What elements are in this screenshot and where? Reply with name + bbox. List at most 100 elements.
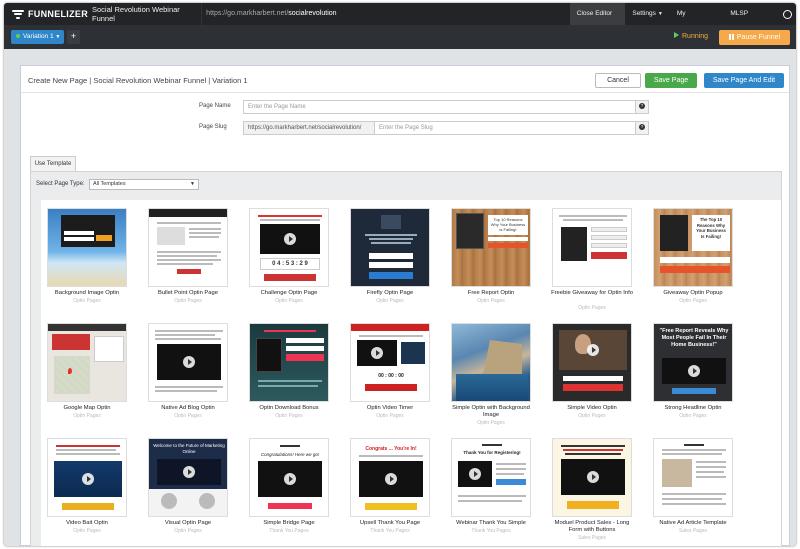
- chevron-down-icon: ▼: [55, 34, 61, 40]
- template-thumbnail[interactable]: 00 : 00 : 00: [350, 323, 430, 402]
- template-card[interactable]: Freebie Giveaway for Optin Info Optin Pa…: [549, 200, 635, 312]
- funnel-url-base: https://go.markharbert.net/: [206, 10, 289, 17]
- help-icon[interactable]: ?: [635, 100, 649, 114]
- page-slug-row: Page Slug https://go.markharbert.net/soc…: [21, 121, 789, 135]
- add-variation-button[interactable]: +: [67, 30, 80, 44]
- editor-toolbar: Variation 1 ▼ + Running Pause Funnel: [4, 25, 796, 49]
- template-thumbnail[interactable]: [552, 438, 632, 517]
- template-thumbnail[interactable]: Congratulations! Here we go!: [249, 438, 329, 517]
- template-thumbnail[interactable]: The Top 10 Reasons Why Your Business Is …: [653, 208, 733, 287]
- template-thumbnail[interactable]: [451, 323, 531, 402]
- template-category: Optin Pages: [578, 413, 606, 419]
- template-grid: Background Image Optin Optin Pages Bulle…: [41, 200, 781, 546]
- template-card[interactable]: 00 : 00 : 00 Optin Video Timer Optin Pag…: [347, 315, 433, 427]
- play-icon: [674, 32, 679, 38]
- template-card[interactable]: The Top 10 Reasons Why Your Business Is …: [650, 200, 736, 312]
- funnel-url[interactable]: https://go.markharbert.net/socialrevolut…: [201, 3, 570, 25]
- template-thumbnail[interactable]: [552, 208, 632, 287]
- help-icon[interactable]: ?: [635, 121, 649, 135]
- pause-funnel-label: Pause Funnel: [736, 34, 781, 41]
- support-help-icon[interactable]: [778, 3, 796, 25]
- tab-use-template[interactable]: Use Template: [30, 156, 76, 171]
- active-dot-icon: [16, 34, 20, 39]
- strong-headline-text: "Free Report Reveals Why Most People Fai…: [659, 328, 729, 348]
- template-name: Optin Video Timer: [366, 405, 414, 411]
- pause-funnel-button[interactable]: Pause Funnel: [719, 30, 790, 45]
- template-card[interactable]: Background Image Optin Optin Pages: [44, 200, 130, 312]
- top-navigation: FUNNELIZER Social Revolution Webinar Fun…: [4, 3, 796, 39]
- template-card[interactable]: Bullet Point Optin Page Optin Pages: [145, 200, 231, 312]
- page-type-select[interactable]: All Templates ▼: [89, 179, 199, 190]
- variation-dropdown[interactable]: Variation 1 ▼: [11, 30, 64, 44]
- template-thumbnail[interactable]: Top 10 Reasons Why Your Business is Fail…: [451, 208, 531, 287]
- template-thumbnail[interactable]: Welcome to the Future of Marketing Onlin…: [148, 438, 228, 517]
- save-page-button[interactable]: Save Page: [645, 73, 697, 88]
- template-name: Challenge Optin Page: [260, 290, 318, 296]
- template-thumbnail[interactable]: [148, 208, 228, 287]
- template-name: Native Ad Blog Optin: [161, 405, 215, 411]
- template-thumbnail[interactable]: [552, 323, 632, 402]
- template-thumbnail[interactable]: [350, 208, 430, 287]
- template-card[interactable]: Welcome to the Future of Marketing Onlin…: [145, 430, 231, 542]
- template-category: Optin Pages: [174, 413, 202, 419]
- chevron-down-icon: ▼: [657, 11, 663, 17]
- template-thumbnail[interactable]: [653, 438, 733, 517]
- template-thumbnail[interactable]: Congrats ... You're In!: [350, 438, 430, 517]
- template-thumbnail[interactable]: 0 4 : 5 3 : 2 9: [249, 208, 329, 287]
- close-editor-button[interactable]: Close Editor ✖: [569, 3, 626, 39]
- template-area: Select Page Type: All Templates ▼ Backgro…: [30, 171, 782, 546]
- funnelizer-logo-icon: [12, 9, 24, 19]
- page-slug-input[interactable]: Enter the Page Slug: [374, 121, 636, 135]
- report-headline: Top 10 Reasons Why Your Business is Fail…: [488, 215, 528, 235]
- template-name: Firefly Optin Page: [366, 290, 414, 296]
- settings-label: Settings: [632, 10, 656, 17]
- logo[interactable]: FUNNELIZER: [4, 9, 90, 19]
- template-thumbnail[interactable]: [47, 323, 127, 402]
- template-card[interactable]: "Free Report Reveals Why Most People Fai…: [650, 315, 736, 427]
- template-card[interactable]: Firefly Optin Page Optin Pages: [347, 200, 433, 312]
- save-page-and-edit-button[interactable]: Save Page And Edit: [704, 73, 784, 88]
- template-thumbnail[interactable]: [148, 323, 228, 402]
- my-account-menu[interactable]: My Account▼: [670, 3, 724, 39]
- template-name: Moduel Product Sales - Long Form with Bu…: [554, 520, 630, 533]
- template-category: Optin Pages: [275, 413, 303, 419]
- template-card[interactable]: Optin Download Bonus Optin Pages: [246, 315, 332, 427]
- upsell-headline: Congrats ... You're In!: [365, 446, 417, 452]
- template-card[interactable]: Native Ad Blog Optin Optin Pages: [145, 315, 231, 427]
- breadcrumb: Create New Page | Social Revolution Webi…: [28, 76, 248, 85]
- support-link[interactable]: MLSP Support: [723, 3, 778, 39]
- template-card[interactable]: Congratulations! Here we go! Simple Brid…: [246, 430, 332, 542]
- template-category: Optin Pages: [376, 298, 404, 304]
- template-card[interactable]: 0 4 : 5 3 : 2 9 Challenge Optin Page Opt…: [246, 200, 332, 312]
- template-category: Optin Pages: [174, 528, 202, 534]
- webinar-headline: Thank You for Registering!: [463, 450, 521, 455]
- create-page-panel: Create New Page | Social Revolution Webi…: [20, 65, 790, 546]
- page-type-value: All Templates: [93, 181, 126, 187]
- template-card[interactable]: Moduel Product Sales - Long Form with Bu…: [549, 430, 635, 542]
- template-thumbnail[interactable]: Thank You for Registering!: [451, 438, 531, 517]
- template-card[interactable]: Video Bait Optin Optin Pages: [44, 430, 130, 542]
- template-card[interactable]: Native Ad Article Template Sales Pages: [650, 430, 736, 542]
- template-thumbnail[interactable]: [47, 438, 127, 517]
- template-thumbnail[interactable]: [249, 323, 329, 402]
- template-thumbnail[interactable]: "Free Report Reveals Why Most People Fai…: [653, 323, 733, 402]
- template-category: Optin Pages: [477, 420, 505, 426]
- template-name: Simple Optin with Background Image: [452, 405, 530, 418]
- template-category: Optin Pages: [578, 305, 606, 311]
- template-category: Optin Pages: [679, 413, 707, 419]
- page-name-input[interactable]: Enter the Page Name: [243, 100, 636, 114]
- template-card[interactable]: Top 10 Reasons Why Your Business is Fail…: [448, 200, 534, 312]
- template-category: Optin Pages: [376, 413, 404, 419]
- template-card[interactable]: Thank You for Registering! Webinar Thank…: [448, 430, 534, 542]
- settings-menu[interactable]: Settings ▼: [625, 3, 669, 25]
- template-card[interactable]: Simple Optin with Background Image Optin…: [448, 315, 534, 427]
- page-type-label: Select Page Type:: [36, 181, 85, 187]
- template-name: Google Map Optin: [63, 405, 111, 411]
- template-card[interactable]: Congrats ... You're In! Upsell Thank You…: [347, 430, 433, 542]
- template-thumbnail[interactable]: [47, 208, 127, 287]
- slug-prefix: https://go.markharbert.net/socialrevolut…: [243, 121, 375, 135]
- cancel-button[interactable]: Cancel: [595, 73, 641, 88]
- template-card[interactable]: Google Map Optin Optin Pages: [44, 315, 130, 427]
- app-window: FUNNELIZER Social Revolution Webinar Fun…: [4, 3, 796, 546]
- template-card[interactable]: Simple Video Optin Optin Pages: [549, 315, 635, 427]
